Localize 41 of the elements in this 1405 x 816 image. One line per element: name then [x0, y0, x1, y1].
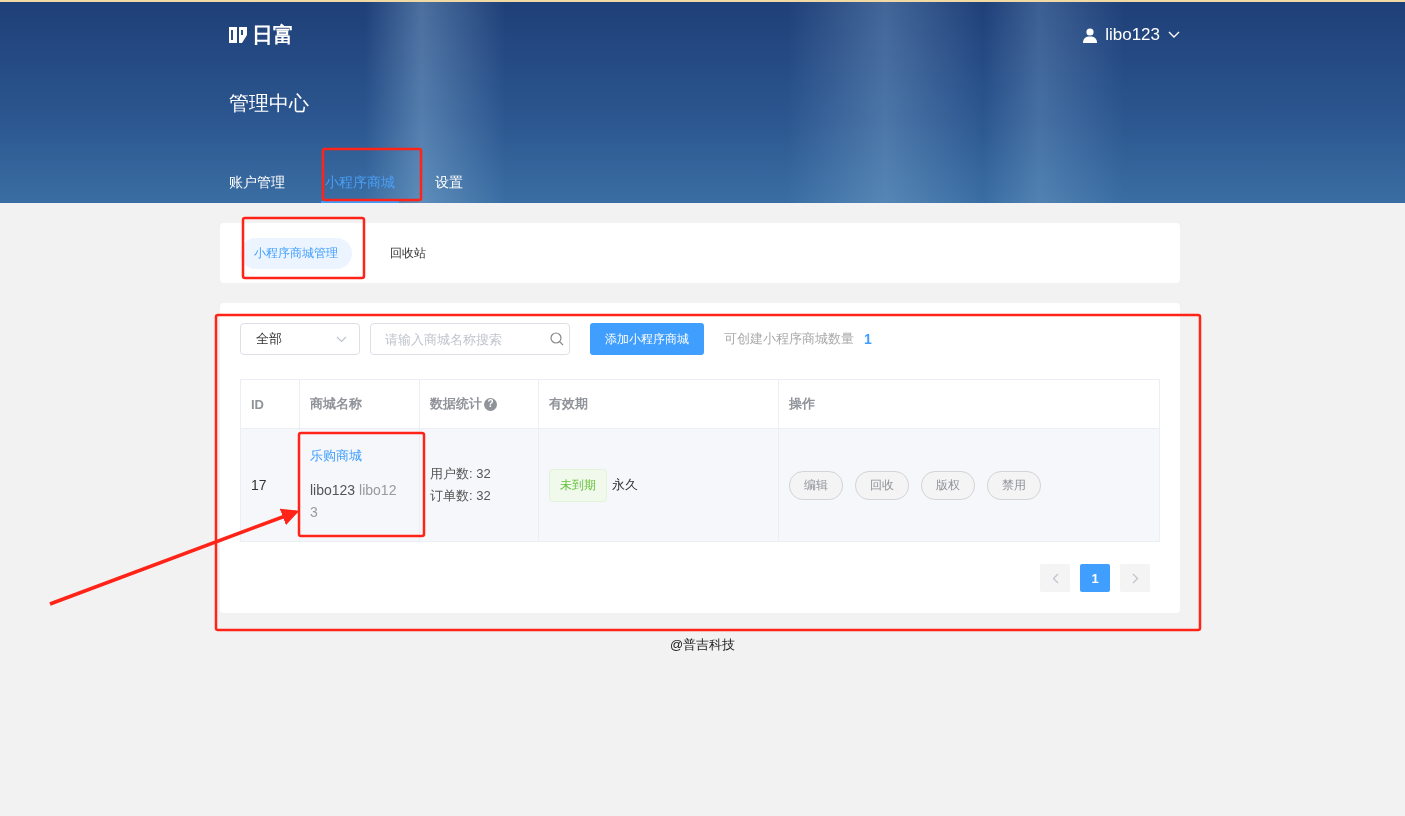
next-page-button[interactable]: [1120, 564, 1150, 592]
chevron-down-icon: [336, 335, 347, 343]
column-header: ID: [251, 396, 264, 412]
column-header: 数据统计: [430, 395, 482, 413]
footer-text: @普吉科技: [668, 636, 737, 654]
chevron-left-icon: [1051, 572, 1059, 584]
chevron-down-icon: [1168, 31, 1180, 39]
page-number-button[interactable]: 1: [1080, 564, 1110, 592]
action-button[interactable]: 禁用: [987, 470, 1041, 500]
search-field[interactable]: 请输入商城名称搜索: [370, 323, 570, 355]
previous-page-button[interactable]: [1040, 564, 1070, 592]
chevron-right-icon: [1131, 572, 1139, 584]
user-icon: [1083, 27, 1098, 43]
search-icon: [550, 332, 564, 346]
shop-name-link[interactable]: 乐购商城: [310, 447, 362, 465]
status-tag: 未到期: [549, 468, 607, 502]
owner-text: libo123 libo123: [310, 481, 398, 522]
order-count-text: 订单数: 32: [430, 487, 491, 505]
user-count-text: 用户数: 32: [430, 465, 491, 483]
action-button[interactable]: 编辑: [789, 470, 843, 500]
quota-label: 可创建小程序商城数量: [724, 330, 854, 348]
column-header: 操作: [789, 395, 815, 413]
filter-select[interactable]: 全部: [240, 323, 360, 355]
column-header: 商城名称: [310, 395, 362, 413]
logo-text: 日富: [252, 22, 294, 48]
subtab[interactable]: 小程序商城管理: [240, 237, 352, 269]
logo-icon: [227, 24, 249, 46]
id-text: 17: [251, 477, 267, 493]
action-button[interactable]: 版权: [921, 470, 975, 500]
quota-count: 1: [864, 331, 872, 347]
user-menu[interactable]: libo123: [1083, 25, 1180, 45]
validity-text: 永久: [612, 476, 638, 494]
column-header: 有效期: [549, 395, 588, 413]
help-icon[interactable]: ?: [484, 397, 497, 411]
subtab[interactable]: 回收站: [376, 237, 440, 269]
add-button[interactable]: 添加小程序商城: [590, 323, 704, 355]
nav-tab[interactable]: 账户管理: [225, 174, 289, 203]
page-title: 管理中心: [229, 91, 310, 116]
nav-tab[interactable]: 小程序商城: [321, 174, 399, 203]
nav-tab[interactable]: 设置: [431, 174, 467, 203]
action-button[interactable]: 回收: [855, 470, 909, 500]
